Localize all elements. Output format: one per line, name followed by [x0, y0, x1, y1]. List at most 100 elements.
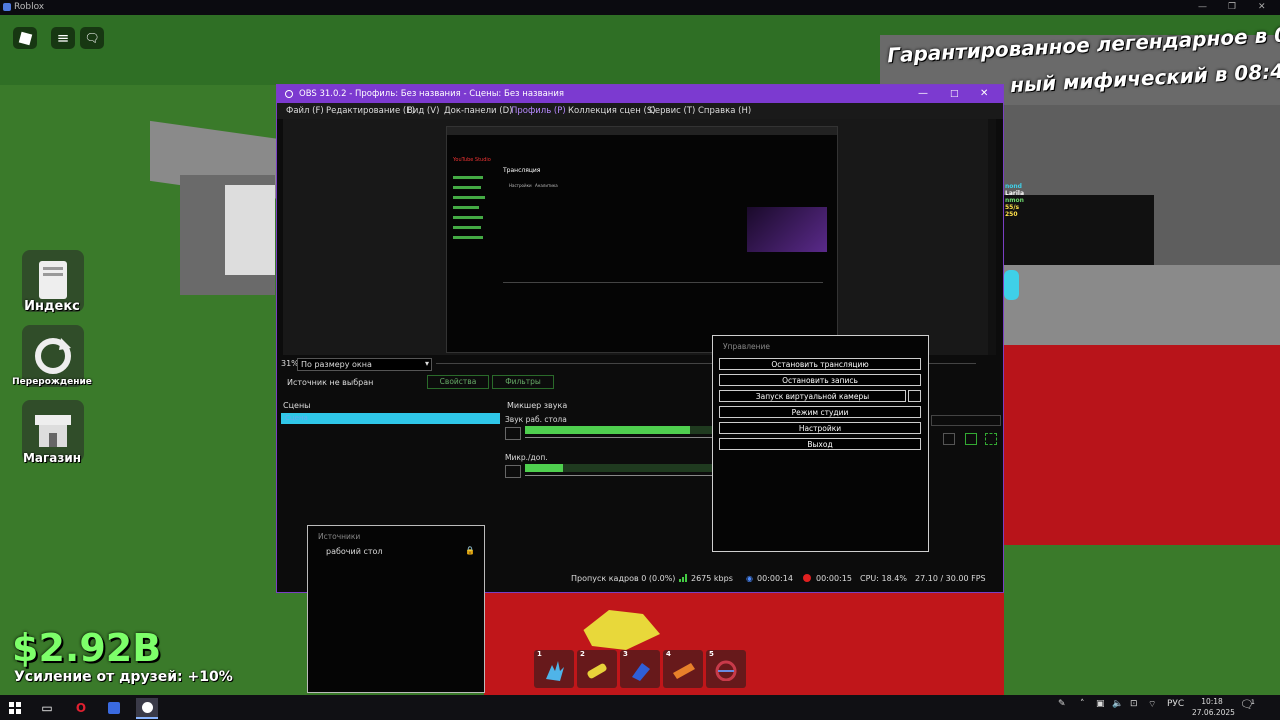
- side-info-line: nond: [1005, 183, 1022, 190]
- obs-preview[interactable]: YouTube Studio Трансляция Настройки Анал…: [283, 119, 996, 355]
- captured-tab: Аналитика: [535, 183, 558, 188]
- book-icon: [39, 261, 67, 299]
- menu-help[interactable]: Справка (H): [698, 103, 751, 119]
- clock-time: 10:18: [1201, 697, 1223, 706]
- blue-hammer-icon: [632, 663, 650, 681]
- language-indicator[interactable]: РУС: [1167, 699, 1184, 709]
- roblox-window-title: Roblox: [14, 2, 45, 12]
- maximize-icon[interactable]: □: [950, 85, 959, 103]
- menu-view[interactable]: Вид (V): [407, 103, 439, 119]
- stream-icon: ◉: [746, 574, 753, 583]
- clock-date: 27.06.2025: [1192, 708, 1235, 717]
- menu-tools[interactable]: Сервис (T): [649, 103, 695, 119]
- maximize-icon[interactable]: ❐: [1228, 0, 1236, 15]
- captured-divider: [503, 282, 823, 283]
- studio-mode-button[interactable]: Режим студии: [719, 406, 921, 418]
- net-icon: [715, 660, 737, 681]
- hamburger-icon[interactable]: ≡: [51, 27, 75, 49]
- pen-icon[interactable]: ✎: [1058, 699, 1066, 709]
- roblox-taskbar-icon[interactable]: [103, 698, 125, 717]
- minimize-icon[interactable]: —: [1198, 0, 1207, 15]
- speaker-icon[interactable]: [505, 427, 521, 440]
- close-icon[interactable]: ✕: [1258, 0, 1266, 15]
- obs-menubar: Файл (F) Редактирование (E) Вид (V) Док-…: [277, 103, 1003, 119]
- menu-file[interactable]: Файл (F): [286, 103, 324, 119]
- slot-number: 4: [666, 650, 671, 658]
- side-info-line: 55/s: [1005, 204, 1020, 211]
- volume-icon[interactable]: 🔈: [1112, 699, 1123, 709]
- tray-app-icon[interactable]: ▣: [1096, 699, 1105, 709]
- record-time: 00:00:15: [816, 574, 852, 583]
- lock-icon[interactable]: 🔒: [465, 546, 475, 555]
- more-icon[interactable]: [985, 433, 997, 445]
- red-floor-right: [1004, 345, 1280, 545]
- mic-icon[interactable]: [505, 465, 521, 478]
- side-info-line: Larila: [1005, 190, 1024, 197]
- properties-button[interactable]: Свойства: [427, 375, 489, 389]
- close-icon[interactable]: ✕: [980, 85, 988, 103]
- stop-recording-button[interactable]: Остановить запись: [719, 374, 921, 386]
- clock[interactable]: 10:18 27.06.2025: [1192, 696, 1235, 718]
- bitrate: 2675 kbps: [691, 574, 733, 583]
- windows-start-icon[interactable]: [4, 698, 26, 717]
- captured-browser-tabs: [447, 127, 837, 135]
- obs-logo-icon: [285, 90, 293, 98]
- zoom-select[interactable]: По размеру окна ▾: [297, 358, 432, 371]
- obs-taskbar-icon[interactable]: [136, 698, 158, 719]
- zoom-select-value: По размеру окна: [301, 360, 372, 369]
- chevron-up-icon[interactable]: ˄: [1080, 699, 1085, 709]
- mixer-meter-desktop: [525, 426, 713, 434]
- settings-button[interactable]: Настройки: [719, 422, 921, 434]
- menu-scene-collection[interactable]: Коллекция сцен (S): [568, 103, 656, 119]
- roblox-titlebar: Roblox — ❐ ✕: [0, 0, 1280, 15]
- exit-button[interactable]: Выход: [719, 438, 921, 450]
- menu-docks[interactable]: Док-панели (D): [444, 103, 512, 119]
- roblox-menu-button[interactable]: [13, 27, 37, 49]
- scene-item[interactable]: Сцена: [281, 413, 500, 424]
- hotbar-slot-2[interactable]: 2: [577, 650, 617, 688]
- hotbar-slot-3[interactable]: 3: [620, 650, 660, 688]
- menu-edit[interactable]: Редактирование (E): [326, 103, 415, 119]
- white-stairs: [225, 185, 275, 275]
- orange-board-icon: [673, 663, 695, 679]
- wifi-icon[interactable]: ⌔: [1148, 699, 1156, 710]
- refresh-icon: [35, 338, 71, 374]
- start-virtual-camera-button[interactable]: Запуск виртуальной камеры: [719, 390, 906, 402]
- add-icon[interactable]: [943, 433, 955, 445]
- mixer-header: Микшер звука: [507, 401, 568, 410]
- network-icon[interactable]: ⊡: [1130, 699, 1138, 709]
- mixer-meter-mic: [525, 464, 713, 472]
- side-info-line: nmon: [1005, 197, 1024, 204]
- fps: 27.10 / 30.00 FPS: [915, 574, 986, 583]
- config-icon[interactable]: [965, 433, 977, 445]
- stop-stream-button[interactable]: Остановить трансляцию: [719, 358, 921, 370]
- captured-sidebar: [453, 169, 493, 339]
- opera-icon[interactable]: O: [70, 698, 92, 717]
- menu-profile[interactable]: Профиль (P): [511, 103, 566, 119]
- signal-icon: [679, 574, 687, 582]
- captured-tab: Настройки: [509, 183, 532, 188]
- hotbar-slot-5[interactable]: 5: [706, 650, 746, 688]
- notification-count: 1: [1251, 699, 1255, 706]
- slot-number: 5: [709, 650, 714, 658]
- sources-dock[interactable]: Источники рабочий стол 🔒: [307, 525, 485, 693]
- volume-slider[interactable]: [525, 475, 713, 476]
- filters-label: Фильтры: [505, 377, 541, 386]
- chat-icon[interactable]: 🗨: [80, 27, 104, 49]
- source-item[interactable]: рабочий стол: [326, 547, 383, 556]
- hotbar-slot-4[interactable]: 4: [663, 650, 703, 688]
- preview-scrollbar[interactable]: [988, 119, 996, 355]
- gear-icon[interactable]: [908, 390, 921, 402]
- task-view-icon[interactable]: ▭: [36, 698, 58, 717]
- minimize-icon[interactable]: —: [918, 85, 928, 103]
- obs-titlebar[interactable]: OBS 31.0.2 - Профиль: Без названия - Сце…: [277, 85, 1003, 103]
- volume-slider[interactable]: [525, 437, 713, 438]
- meter-fill: [525, 426, 691, 434]
- hotbar-slot-1[interactable]: 1: [534, 650, 574, 688]
- controls-dock[interactable]: Управление Остановить трансляцию Останов…: [712, 335, 929, 552]
- source-status: Источник не выбран: [287, 378, 374, 387]
- side-info: nond Larila nmon 55/s 250: [1005, 183, 1024, 218]
- obs-window-title: OBS 31.0.2 - Профиль: Без названия - Сце…: [299, 89, 564, 99]
- filters-button[interactable]: Фильтры: [492, 375, 554, 389]
- transition-select[interactable]: [931, 415, 1001, 426]
